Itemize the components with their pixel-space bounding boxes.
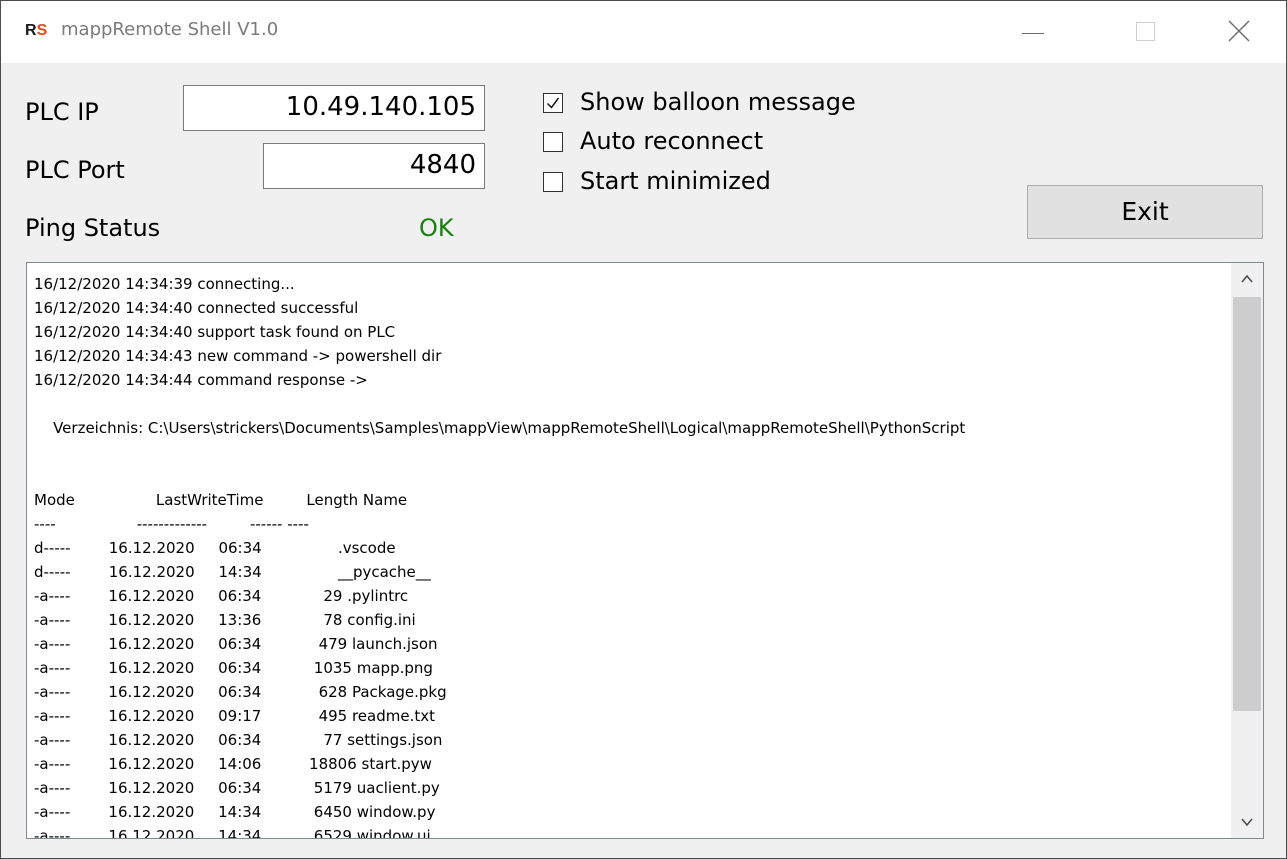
show-balloon-checkbox[interactable] (543, 93, 563, 113)
auto-reconnect-label: Auto reconnect (580, 127, 764, 155)
close-icon (1228, 20, 1250, 42)
checkmark-icon (546, 97, 560, 109)
chevron-down-icon (1241, 818, 1253, 827)
window-title: mappRemote Shell V1.0 (61, 19, 279, 40)
auto-reconnect-checkbox[interactable] (543, 132, 563, 152)
start-minimized-checkbox[interactable] (543, 172, 563, 192)
scroll-up-button[interactable] (1231, 263, 1263, 295)
log-text: 16/12/2020 14:34:39 connecting... 16/12/… (34, 275, 966, 839)
app-logo-icon: RS (25, 22, 48, 39)
start-minimized-label: Start minimized (580, 167, 771, 195)
show-balloon-label: Show balloon message (580, 88, 856, 116)
log-output-textarea[interactable]: 16/12/2020 14:34:39 connecting... 16/12/… (26, 262, 1264, 839)
maximize-icon (1136, 22, 1155, 41)
scroll-down-button[interactable] (1231, 806, 1263, 838)
minimize-icon (1022, 33, 1044, 34)
scroll-thumb[interactable] (1233, 297, 1261, 711)
title-bar[interactable]: RS mappRemote Shell V1.0 (1, 1, 1286, 63)
exit-button[interactable]: Exit (1027, 185, 1263, 239)
main-window: RS mappRemote Shell V1.0 PLC IP 10.49.14… (0, 0, 1287, 859)
close-button[interactable] (1206, 1, 1276, 63)
ping-status-label: Ping Status (25, 214, 161, 242)
maximize-button[interactable] (1111, 1, 1181, 63)
minimize-button[interactable] (1001, 1, 1071, 63)
chevron-up-icon (1241, 274, 1253, 283)
plc-ip-label: PLC IP (25, 98, 99, 126)
plc-port-input[interactable]: 4840 (263, 143, 485, 189)
plc-ip-input[interactable]: 10.49.140.105 (183, 85, 485, 131)
plc-port-label: PLC Port (25, 156, 125, 184)
vertical-scrollbar[interactable] (1231, 263, 1263, 838)
ping-status-value: OK (419, 214, 454, 242)
